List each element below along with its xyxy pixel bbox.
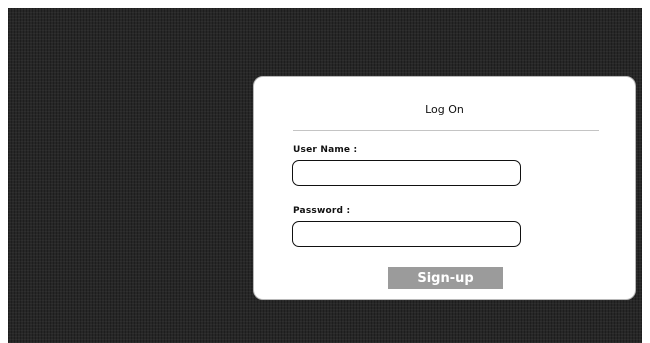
dark-background: Log On User Name : Password : Sign-up	[8, 8, 642, 343]
password-input[interactable]	[292, 221, 521, 247]
title-divider	[293, 130, 599, 131]
login-title: Log On	[425, 103, 464, 116]
signup-button[interactable]: Sign-up	[388, 267, 503, 289]
password-label: Password :	[293, 206, 351, 216]
username-label: User Name :	[293, 145, 358, 155]
login-card: Log On User Name : Password : Sign-up	[253, 76, 636, 300]
username-input[interactable]	[292, 160, 521, 186]
